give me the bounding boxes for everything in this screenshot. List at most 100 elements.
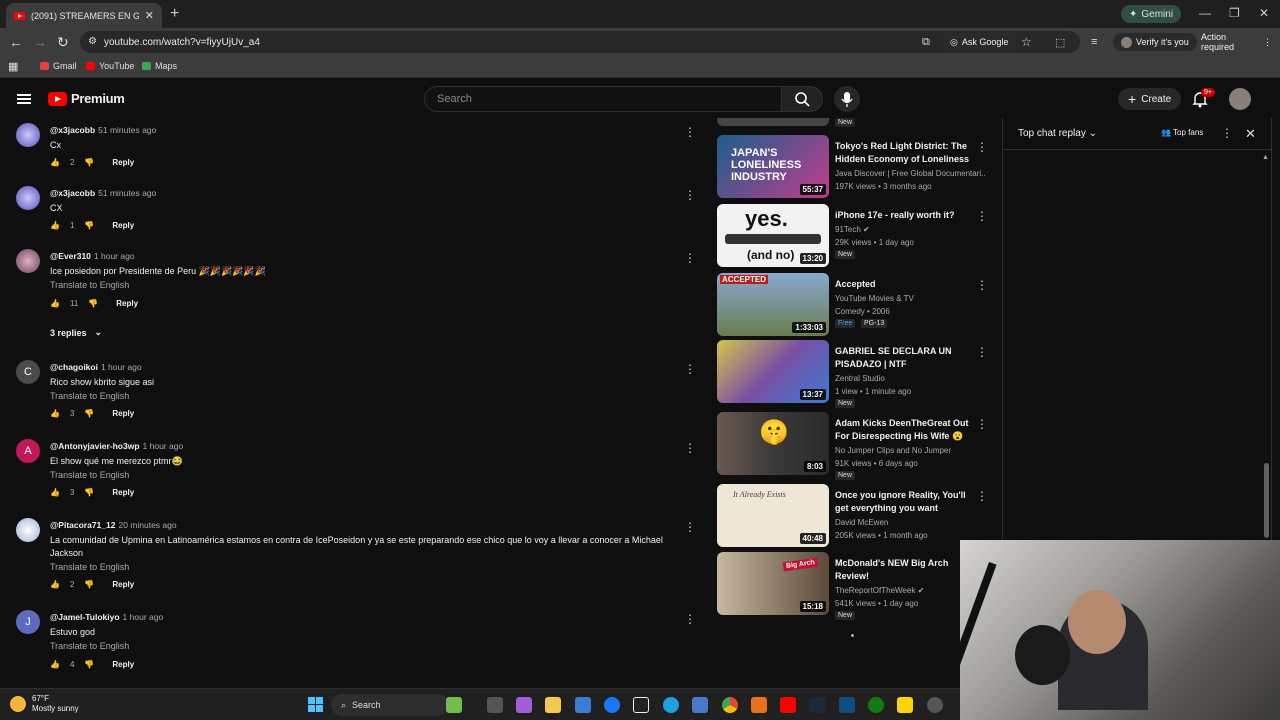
dislike-icon[interactable]: 👎 <box>84 409 94 418</box>
comment-author[interactable]: @Antonyjavier-ho3wp <box>50 441 140 451</box>
scroll-up-arrow-icon[interactable]: ▲ <box>1262 154 1269 161</box>
video-menu-icon[interactable]: ⋮ <box>976 278 988 292</box>
url-text[interactable]: youtube.com/watch?v=fiyyUjUv_a4 <box>104 37 260 48</box>
video-thumbnail[interactable]: Big Arch 15:18 <box>717 552 829 615</box>
account-avatar[interactable] <box>1229 88 1251 110</box>
video-thumbnail[interactable]: 🤫 8:03 <box>717 412 829 475</box>
like-icon[interactable]: 👍 <box>50 409 60 418</box>
verify-button[interactable]: Verify it's you <box>1113 33 1197 51</box>
youtube-app-icon[interactable] <box>780 697 796 713</box>
video-title[interactable]: Adam Kicks DeenTheGreat Out For Disrespe… <box>835 417 973 443</box>
rec-video-item[interactable]: It Already Exists 40:48 Once you ignore … <box>717 484 988 548</box>
chat-close-icon[interactable]: ✕ <box>1245 126 1256 142</box>
reload-icon[interactable]: ↻ <box>57 34 69 51</box>
comment-avatar[interactable] <box>16 518 40 542</box>
channel-name[interactable]: David McEwen <box>835 516 985 529</box>
forward-icon[interactable]: → <box>33 34 47 50</box>
previous-thumbnail-edge[interactable] <box>717 118 829 126</box>
comment-avatar[interactable]: A <box>16 439 40 463</box>
comment-menu-icon[interactable]: ⋮ <box>684 188 696 202</box>
channel-name[interactable]: YouTube Movies & TV <box>835 292 985 305</box>
translate-link[interactable]: Translate to English <box>50 391 129 401</box>
copilot-app-icon[interactable] <box>446 697 462 713</box>
comment-avatar[interactable]: C <box>16 360 40 384</box>
chat-scrollbar[interactable] <box>1264 463 1269 538</box>
video-thumbnail[interactable]: JAPAN'S LONELINESS INDUSTRY 55:37 <box>717 135 829 198</box>
bookmark-youtube[interactable]: YouTube <box>86 61 134 71</box>
gemini-button[interactable]: ✦ Gemini <box>1121 5 1182 23</box>
comment-author[interactable]: @Pitacora71_12 <box>50 520 115 530</box>
comment-menu-icon[interactable]: ⋮ <box>684 362 696 376</box>
view-replies-button[interactable]: 3 replies ⌄ <box>50 327 102 338</box>
install-app-icon[interactable]: ⧉ <box>922 36 930 49</box>
tab-close-icon[interactable]: ✕ <box>145 9 154 22</box>
action-required-button[interactable]: Action required ⋮ <box>1193 32 1280 52</box>
store-icon[interactable] <box>575 697 591 713</box>
video-title[interactable]: Tokyo's Red Light District: The Hidden E… <box>835 140 973 166</box>
calculator-icon[interactable] <box>692 697 708 713</box>
video-thumbnail[interactable]: ACCEPTED 1:33:03 <box>717 273 829 336</box>
file-explorer-icon[interactable] <box>545 697 561 713</box>
comment-author[interactable]: @x3jacobb <box>50 188 95 198</box>
comment-time[interactable]: 20 minutes ago <box>118 520 176 530</box>
video-menu-icon[interactable]: ⋮ <box>976 489 988 503</box>
settings-gear-icon[interactable] <box>927 697 943 713</box>
rec-video-item[interactable]: ACCEPTED 1:33:03 Accepted YouTube Movies… <box>717 273 988 337</box>
comment-menu-icon[interactable]: ⋮ <box>684 520 696 534</box>
steam-icon[interactable] <box>809 697 825 713</box>
dislike-icon[interactable]: 👎 <box>84 221 94 230</box>
video-title[interactable]: GABRIEL SE DECLARA UN PISADAZO | NTF <box>835 345 973 371</box>
channel-name[interactable]: 91Tech ✔ <box>835 223 985 236</box>
translate-link[interactable]: Translate to English <box>50 641 129 651</box>
search-input[interactable]: Search <box>424 86 782 112</box>
reply-button[interactable]: Reply <box>116 299 138 308</box>
restore-icon[interactable]: ❐ <box>1229 6 1240 20</box>
reply-button[interactable]: Reply <box>112 660 134 669</box>
dislike-icon[interactable]: 👎 <box>84 158 94 167</box>
reply-button[interactable]: Reply <box>112 409 134 418</box>
like-icon[interactable]: 👍 <box>50 580 60 589</box>
video-menu-icon[interactable]: ⋮ <box>976 140 988 154</box>
sticky-notes-icon[interactable] <box>897 697 913 713</box>
channel-name[interactable]: Zentral Studio <box>835 372 985 385</box>
rec-video-item[interactable]: yes. (and no) 13:20 iPhone 17e - really … <box>717 204 988 268</box>
windows-start-icon[interactable] <box>308 697 323 712</box>
menu-icon[interactable] <box>17 94 31 104</box>
like-icon[interactable]: 👍 <box>50 660 60 669</box>
amazon-icon[interactable] <box>633 697 649 713</box>
back-icon[interactable]: ← <box>9 34 23 50</box>
like-icon[interactable]: 👍 <box>50 488 60 497</box>
close-window-icon[interactable]: ✕ <box>1259 6 1269 20</box>
dislike-icon[interactable]: 👎 <box>84 660 94 669</box>
comment-author[interactable]: @chagoikoi <box>50 362 98 372</box>
comment-time[interactable]: 1 hour ago <box>143 441 184 451</box>
new-tab-icon[interactable]: + <box>170 5 179 23</box>
bookmark-maps[interactable]: Maps <box>142 61 177 71</box>
xbox-icon[interactable] <box>868 697 884 713</box>
comment-menu-icon[interactable]: ⋮ <box>684 441 696 455</box>
comment-menu-icon[interactable]: ⋮ <box>684 125 696 139</box>
apps-grid-icon[interactable]: ▦ <box>8 60 18 73</box>
video-title[interactable]: McDonald's NEW Big Arch Review! <box>835 557 973 583</box>
video-thumbnail[interactable]: yes. (and no) 13:20 <box>717 204 829 267</box>
facebook-icon[interactable] <box>604 697 620 713</box>
reply-button[interactable]: Reply <box>112 221 134 230</box>
rec-video-item[interactable]: 13:37 GABRIEL SE DECLARA UN PISADAZO | N… <box>717 340 988 408</box>
weather-widget[interactable]: 67°F Mostly sunny <box>10 694 79 714</box>
comment-avatar[interactable] <box>16 186 40 210</box>
video-title[interactable]: Accepted <box>835 278 973 291</box>
top-fans-button[interactable]: 👥 Top fans <box>1161 128 1203 137</box>
search-button[interactable] <box>781 86 823 112</box>
video-title[interactable]: Once you ignore Reality, You'll get ever… <box>835 489 973 515</box>
comment-time[interactable]: 51 minutes ago <box>98 125 156 135</box>
minimize-icon[interactable]: — <box>1199 6 1211 20</box>
vlc-icon[interactable] <box>751 697 767 713</box>
video-menu-icon[interactable]: ⋮ <box>976 345 988 359</box>
comment-menu-icon[interactable]: ⋮ <box>684 612 696 626</box>
video-menu-icon[interactable]: ⋮ <box>976 417 988 431</box>
comment-time[interactable]: 1 hour ago <box>123 612 164 622</box>
app-icon[interactable] <box>839 697 855 713</box>
site-info-icon[interactable]: ⚙ <box>88 36 97 47</box>
comment-avatar[interactable]: J <box>16 610 40 634</box>
comment-time[interactable]: 1 hour ago <box>101 362 142 372</box>
